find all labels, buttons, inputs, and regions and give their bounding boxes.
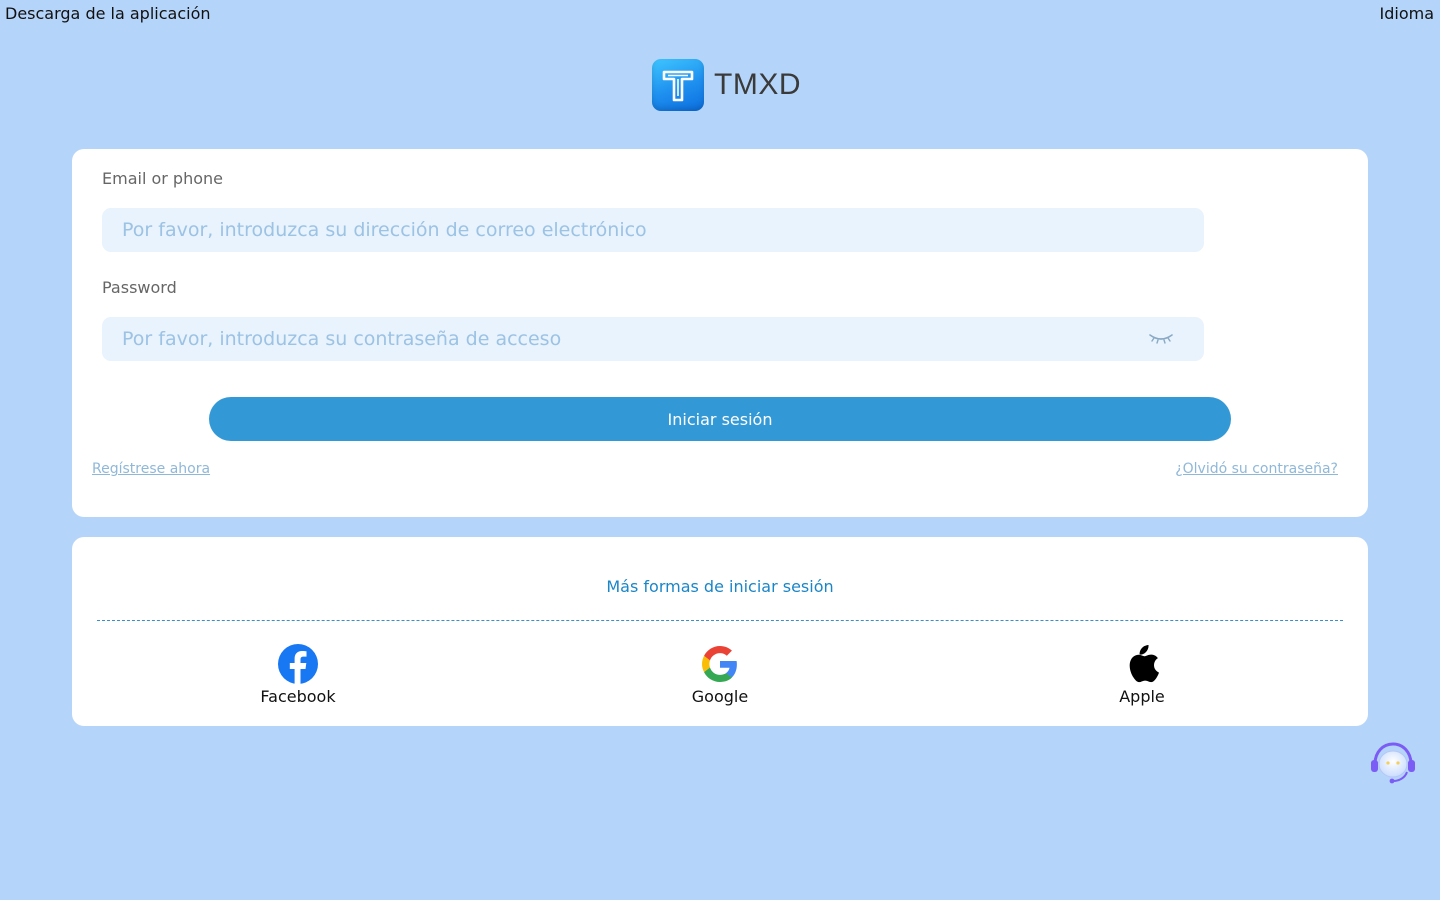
facebook-label: Facebook: [260, 687, 336, 706]
customer-support-icon: [1371, 742, 1415, 784]
login-button[interactable]: Iniciar sesión: [209, 397, 1231, 441]
register-link[interactable]: Regístrese ahora: [92, 461, 210, 477]
customer-support-button[interactable]: [1369, 740, 1417, 786]
login-card: Email or phone Password Iniciar sesión R…: [72, 149, 1368, 517]
apple-label: Apple: [1119, 687, 1165, 706]
password-label: Password: [102, 278, 177, 297]
brand-logo-icon: [652, 59, 704, 111]
top-bar: Descarga de la aplicación Idioma: [0, 0, 1440, 30]
password-input[interactable]: [102, 317, 1122, 361]
dashed-divider: [97, 620, 1343, 621]
social-login-title: Más formas de iniciar sesión: [606, 577, 834, 596]
apple-icon: [1129, 645, 1159, 683]
app-download-link[interactable]: Descarga de la aplicación: [5, 4, 211, 23]
eye-closed-icon[interactable]: [1148, 331, 1174, 347]
email-field-wrapper: [102, 208, 1204, 252]
email-label: Email or phone: [102, 169, 223, 188]
google-label: Google: [691, 687, 749, 706]
email-input[interactable]: [102, 208, 1122, 252]
language-selector[interactable]: Idioma: [1380, 4, 1435, 23]
google-login-button[interactable]: Google: [640, 643, 800, 706]
forgot-password-link[interactable]: ¿Olvidó su contraseña?: [1175, 461, 1338, 477]
facebook-icon: [278, 644, 318, 684]
google-icon: [702, 646, 737, 682]
social-login-card: Más formas de iniciar sesión Facebook Go…: [72, 537, 1368, 726]
apple-login-button[interactable]: Apple: [1062, 643, 1222, 706]
password-field-wrapper: [102, 317, 1204, 361]
brand-name: TMXD: [714, 68, 801, 101]
facebook-login-button[interactable]: Facebook: [218, 643, 378, 706]
brand-logo: TMXD: [652, 59, 801, 111]
